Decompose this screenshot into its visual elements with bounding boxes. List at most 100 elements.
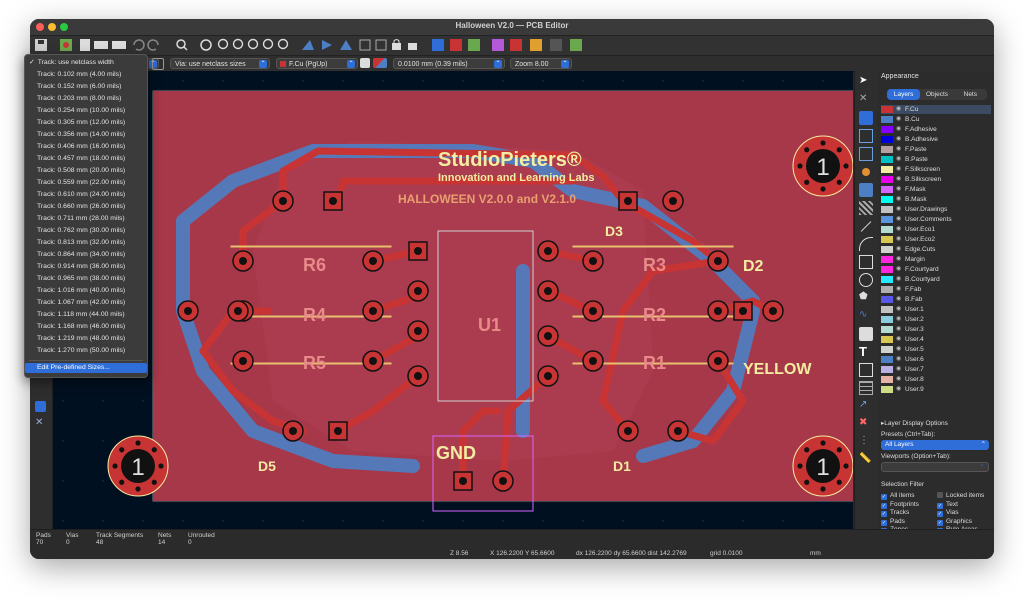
track-size-item[interactable]: Track: 0.711 mm (28.00 mils): [25, 214, 147, 224]
layer-color-swatch[interactable]: [881, 316, 893, 323]
delete-tool-icon[interactable]: ✖: [859, 417, 873, 431]
zoom-fit-icon[interactable]: [247, 38, 259, 50]
draw-arc-icon[interactable]: [859, 237, 873, 251]
eye-icon[interactable]: ◉: [896, 305, 901, 314]
layer-row[interactable]: ◉ User.1: [881, 305, 991, 314]
track-size-item[interactable]: Track: 1.270 mm (50.00 mils): [25, 346, 147, 356]
track-size-item[interactable]: Track: 0.813 mm (32.00 mils): [25, 238, 147, 248]
layer-row[interactable]: ◉ Margin: [881, 255, 991, 264]
eye-icon[interactable]: ◉: [896, 225, 901, 234]
layer-row[interactable]: ◉ F.Silkscreen: [881, 165, 991, 174]
track-size-item[interactable]: Track: 0.356 mm (14.00 mils): [25, 130, 147, 140]
layer-row[interactable]: ◉ B.Cu: [881, 115, 991, 124]
track-size-item[interactable]: Track: 1.168 mm (46.00 mils): [25, 322, 147, 332]
drc-icon[interactable]: [468, 39, 480, 51]
track-size-item[interactable]: Track: 0.965 mm (38.00 mils): [25, 274, 147, 284]
layer-color-swatch[interactable]: [881, 106, 893, 113]
layer-row[interactable]: ◉ F.Adhesive: [881, 125, 991, 134]
layer-row[interactable]: ◉ F.Fab: [881, 285, 991, 294]
python-console-icon[interactable]: [550, 39, 562, 51]
filter-checkbox[interactable]: ✓ Graphics: [937, 518, 972, 526]
eye-icon[interactable]: ◉: [896, 315, 901, 324]
layer-color-swatch[interactable]: [881, 136, 893, 143]
layer-color-swatch[interactable]: [881, 336, 893, 343]
layer-row[interactable]: ◉ F.Paste: [881, 145, 991, 154]
plugin-icon[interactable]: [570, 39, 582, 51]
flip-icon[interactable]: [322, 40, 332, 50]
tab-layers[interactable]: Layers: [887, 89, 921, 100]
select-tool-icon[interactable]: ➤: [859, 75, 873, 89]
layer-row[interactable]: ◉ B.Fab: [881, 295, 991, 304]
highlight-net-tool-icon[interactable]: [859, 111, 873, 125]
track-netclass-width-item[interactable]: ✓ Track: use netclass width: [25, 58, 147, 68]
eye-icon[interactable]: ◉: [896, 335, 901, 344]
layer-row[interactable]: ◉ User.Drawings: [881, 205, 991, 214]
draw-bezier-icon[interactable]: ∿: [859, 309, 873, 323]
scripting-icon[interactable]: [492, 39, 504, 51]
eye-icon[interactable]: ◉: [896, 145, 901, 154]
track-size-item[interactable]: Track: 0.914 mm (36.00 mils): [25, 262, 147, 272]
layer-color-swatch[interactable]: [881, 326, 893, 333]
filter-checkbox[interactable]: Locked items: [937, 492, 984, 499]
layer-color-swatch[interactable]: [881, 286, 893, 293]
draw-polygon-icon[interactable]: ⬟: [859, 291, 873, 305]
add-dimension-icon[interactable]: ↗: [859, 399, 873, 413]
layer-color-swatch[interactable]: [881, 276, 893, 283]
zoom-in-icon[interactable]: [217, 38, 229, 50]
layer-color-swatch[interactable]: [881, 246, 893, 253]
track-size-item[interactable]: Track: 1.016 mm (40.00 mils): [25, 286, 147, 296]
layer-color-swatch[interactable]: [881, 366, 893, 373]
layer-row[interactable]: ◉ F.Mask: [881, 185, 991, 194]
grid-origin-icon[interactable]: ⋮: [859, 435, 873, 449]
layer-pair-swap-icon[interactable]: [373, 58, 387, 68]
local-ratsnest-icon[interactable]: ✕: [859, 93, 873, 107]
layer-row[interactable]: ◉ F.Courtyard: [881, 265, 991, 274]
viewports-combo[interactable]: ⌃: [881, 462, 989, 472]
eye-icon[interactable]: ◉: [896, 165, 901, 174]
layer-row[interactable]: ◉ B.Mask: [881, 195, 991, 204]
layer-pair-icon[interactable]: [360, 58, 370, 68]
layer-color-swatch[interactable]: [881, 126, 893, 133]
layer-row[interactable]: ◉ F.Cu: [881, 105, 991, 114]
layer-row[interactable]: ◉ User.7: [881, 365, 991, 374]
checkbox-icon[interactable]: ✓: [881, 511, 887, 517]
layer-row[interactable]: ◉ User.6: [881, 355, 991, 364]
zoom-combo[interactable]: Zoom 8.00 ⌃: [510, 58, 572, 69]
cleanup-icon[interactable]: [510, 39, 522, 51]
zoom-selection-icon[interactable]: [277, 38, 289, 50]
layer-color-swatch[interactable]: [881, 306, 893, 313]
add-table-icon[interactable]: [859, 381, 873, 395]
eye-icon[interactable]: ◉: [896, 235, 901, 244]
layer-color-swatch[interactable]: [881, 166, 893, 173]
layer-row[interactable]: ◉ Edge.Cuts: [881, 245, 991, 254]
draw-line-icon[interactable]: [859, 219, 873, 233]
filter-checkbox[interactable]: ✓ Footprints: [881, 501, 919, 509]
save-icon[interactable]: [35, 39, 47, 51]
track-size-item[interactable]: Track: 0.508 mm (20.00 mils): [25, 166, 147, 176]
eye-icon[interactable]: ◉: [896, 245, 901, 254]
layer-row[interactable]: ◉ User.2: [881, 315, 991, 324]
track-size-item[interactable]: Track: 0.660 mm (26.00 mils): [25, 202, 147, 212]
page-settings-icon[interactable]: [80, 39, 90, 51]
layer-color-swatch[interactable]: [881, 206, 893, 213]
layer-row[interactable]: ◉ User.Eco2: [881, 235, 991, 244]
eye-icon[interactable]: ◉: [896, 355, 901, 364]
track-size-item[interactable]: Track: 0.864 mm (34.00 mils): [25, 250, 147, 260]
track-size-item[interactable]: Track: 0.203 mm (8.00 mils): [25, 94, 147, 104]
netlist-icon[interactable]: [432, 39, 444, 51]
layer-row[interactable]: ◉ User.8: [881, 375, 991, 384]
add-text-icon[interactable]: T: [859, 345, 873, 359]
board-setup-icon[interactable]: [60, 39, 72, 51]
filter-checkbox[interactable]: ✓ Tracks: [881, 509, 909, 517]
layer-color-swatch[interactable]: [881, 186, 893, 193]
layer-combo[interactable]: F.Cu (PgUp) ⌃: [276, 58, 358, 69]
pcb-canvas[interactable]: StudioPieters® Innovation and Learning L…: [53, 71, 853, 529]
eye-icon[interactable]: ◉: [896, 105, 901, 114]
checkbox-icon[interactable]: ✓: [937, 519, 943, 526]
filter-checkbox[interactable]: ✓ Text: [937, 501, 958, 509]
eye-icon[interactable]: ◉: [896, 135, 901, 144]
track-size-item[interactable]: Track: 0.305 mm (12.00 mils): [25, 118, 147, 128]
grid-combo[interactable]: 0.0100 mm (0.39 mils) ⌃: [393, 58, 505, 69]
presets-combo[interactable]: All Layers ⌃: [881, 440, 989, 450]
filter-checkbox[interactable]: ✓ Vias: [937, 509, 959, 517]
